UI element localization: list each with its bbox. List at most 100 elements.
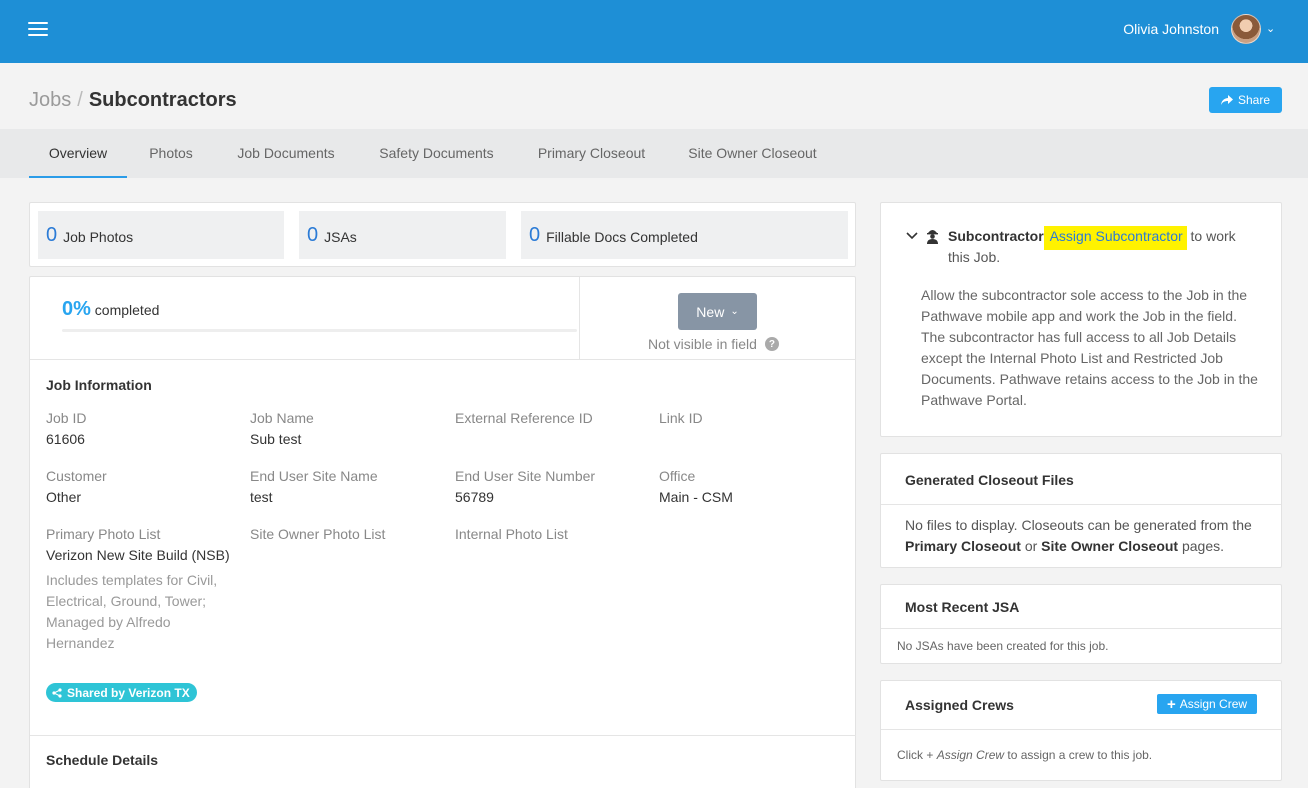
closeout-files-title: Generated Closeout Files [905, 472, 1074, 488]
share-icon [1220, 95, 1233, 105]
tab-site-owner-closeout[interactable]: Site Owner Closeout [681, 129, 824, 178]
divider [30, 735, 856, 736]
stat-label: JSAs [324, 228, 357, 245]
field-value: test [250, 489, 273, 505]
stat-value: 0 [529, 223, 541, 246]
stat-jsas[interactable]: 0 JSAs [299, 211, 506, 259]
stat-label: Job Photos [63, 228, 134, 245]
field-value: Sub test [250, 431, 302, 447]
chevron-down-icon[interactable]: ⌄ [1266, 22, 1275, 35]
hint-text: Click + [897, 748, 934, 762]
assign-crew-hint: Click + Assign Crew to assign a crew to … [897, 748, 1152, 762]
field-external-reference-id: External Reference ID [455, 408, 650, 429]
avatar[interactable] [1231, 14, 1261, 44]
field-value: Verizon New Site Build (NSB) [46, 547, 230, 563]
tab-primary-closeout[interactable]: Primary Closeout [530, 129, 653, 178]
recent-jsa-card: Most Recent JSA No JSAs have been create… [880, 584, 1282, 664]
recent-jsa-empty: No JSAs have been created for this job. [897, 639, 1109, 653]
assigned-crews-card: Assigned Crews + Assign Crew Click + Ass… [880, 680, 1282, 781]
page-title: Subcontractors [88, 89, 237, 111]
progress-summary: 0% completed [62, 298, 159, 321]
tab-photos[interactable]: Photos [141, 129, 201, 178]
hamburger-menu-icon[interactable] [28, 22, 48, 37]
closeout-files-card: Generated Closeout Files No files to dis… [880, 453, 1282, 568]
top-navbar: Olivia Johnston ⌄ [0, 0, 1308, 63]
field-visibility-note: Not visible in field ? [648, 336, 779, 352]
help-icon[interactable]: ? [764, 337, 779, 351]
subcontractor-summary: Subcontractor Assign Subcontractor to wo… [948, 226, 1258, 268]
field-label: Job Name [250, 410, 314, 426]
divider [30, 359, 856, 360]
schedule-details-title: Schedule Details [46, 752, 159, 768]
job-status-label: New [696, 303, 725, 320]
field-label: Link ID [659, 410, 703, 426]
field-label: Job ID [46, 410, 87, 426]
field-value: 56789 [455, 489, 494, 505]
share-button[interactable]: Share [1209, 87, 1282, 113]
message-text: pages. [1181, 538, 1225, 554]
share-button-label: Share [1237, 93, 1271, 107]
worker-icon [926, 228, 939, 247]
assign-subcontractor-link[interactable]: Assign Subcontractor [1043, 226, 1187, 250]
field-job-id: Job ID 61606 [46, 408, 241, 450]
tab-bar: Overview Photos Job Documents Safety Doc… [0, 129, 1308, 178]
primary-closeout-link[interactable]: Primary Closeout [905, 538, 1021, 554]
recent-jsa-title: Most Recent JSA [905, 599, 1020, 615]
subcontractor-suffix: this Job. [948, 249, 1001, 265]
chevron-down-icon: ⌄ [730, 306, 739, 317]
field-label: Primary Photo List [46, 526, 161, 542]
breadcrumb: Jobs / Subcontractors [29, 89, 237, 112]
user-name[interactable]: Olivia Johnston [1123, 21, 1219, 37]
field-label: Site Owner Photo List [250, 526, 386, 542]
field-visibility-text: Not visible in field [648, 336, 757, 352]
assign-crew-button[interactable]: + Assign Crew [1157, 694, 1257, 714]
job-overview-card: 0% completed New ⌄ Not visible in field … [29, 276, 856, 788]
field-end-user-site-name: End User Site Name test [250, 466, 445, 508]
field-link-id: Link ID [659, 408, 854, 429]
assigned-crews-title: Assigned Crews [905, 697, 1014, 713]
field-end-user-site-number: End User Site Number 56789 [455, 466, 650, 508]
subcontractor-description: Allow the subcontractor sole access to t… [921, 287, 1258, 408]
job-information-title: Job Information [46, 377, 152, 393]
field-value: Main - CSM [659, 489, 733, 505]
message-text: or [1024, 538, 1038, 554]
field-value: Other [46, 489, 82, 505]
stats-card: 0 Job Photos 0 JSAs 0 Fillable Docs Comp… [29, 202, 856, 267]
site-owner-closeout-link[interactable]: Site Owner Closeout [1041, 538, 1178, 554]
field-description: Includes templates for Civil, Electrical… [46, 572, 218, 651]
shared-badge-label: Shared by Verizon TX [67, 685, 190, 700]
progress-bar [62, 329, 577, 332]
plus-icon: + [1166, 695, 1176, 713]
breadcrumb-separator: / [77, 89, 83, 111]
field-internal-photo-list: Internal Photo List [455, 524, 650, 545]
stat-label: Fillable Docs Completed [546, 228, 698, 245]
field-customer: Customer Other [46, 466, 241, 508]
job-status-dropdown[interactable]: New ⌄ [678, 293, 757, 330]
field-primary-photo-list: Primary Photo List Verizon New Site Buil… [46, 524, 231, 654]
field-label: Internal Photo List [455, 526, 568, 542]
subcontractor-card: Subcontractor Assign Subcontractor to wo… [880, 202, 1282, 437]
stat-fillable-docs[interactable]: 0 Fillable Docs Completed [521, 211, 848, 259]
breadcrumb-jobs-link[interactable]: Jobs [29, 89, 71, 111]
stat-value: 0 [307, 223, 319, 246]
assign-crew-hint-link: Assign Crew [936, 748, 1005, 762]
progress-value: 0% [62, 298, 91, 320]
field-label: End User Site Number [455, 468, 596, 484]
field-label: External Reference ID [455, 410, 593, 426]
chevron-down-icon[interactable] [906, 227, 918, 243]
field-job-name: Job Name Sub test [250, 408, 445, 450]
field-label: Office [659, 468, 696, 484]
field-label: Customer [46, 468, 107, 484]
stat-job-photos[interactable]: 0 Job Photos [38, 211, 284, 259]
share-icon [52, 687, 62, 698]
message-text: No files to display. Closeouts can be ge… [905, 517, 1252, 533]
hint-text: to assign a crew to this job. [1007, 748, 1153, 762]
field-office: Office Main - CSM [659, 466, 854, 508]
tab-safety-documents[interactable]: Safety Documents [371, 129, 502, 178]
assign-crew-button-label: Assign Crew [1179, 697, 1248, 711]
field-label: End User Site Name [250, 468, 378, 484]
tab-overview[interactable]: Overview [29, 129, 127, 178]
subcontractor-label: Subcontractor [948, 228, 1044, 244]
subcontractor-suffix: to work [1190, 228, 1236, 244]
tab-job-documents[interactable]: Job Documents [229, 129, 343, 178]
